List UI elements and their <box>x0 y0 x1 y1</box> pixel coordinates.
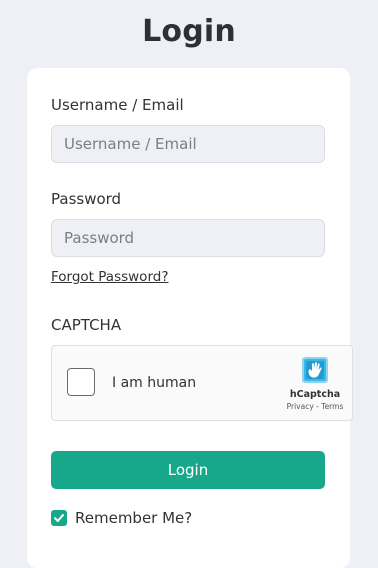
captcha-label: CAPTCHA <box>51 316 122 334</box>
page-title: Login <box>142 14 236 49</box>
password-label: Password <box>51 190 122 208</box>
login-button[interactable]: Login <box>51 451 325 489</box>
username-input[interactable] <box>51 125 325 163</box>
remember-me-checkbox[interactable] <box>51 510 67 526</box>
captcha-checkbox-label: I am human <box>112 375 197 391</box>
hcaptcha-hand-icon <box>302 357 328 383</box>
password-input[interactable] <box>51 219 325 257</box>
hcaptcha-brand: hCaptcha <box>289 389 341 400</box>
captcha-checkbox[interactable] <box>67 368 95 396</box>
check-icon <box>54 514 64 522</box>
remember-me-label: Remember Me? <box>75 509 193 527</box>
remember-me-row[interactable]: Remember Me? <box>51 509 192 527</box>
hcaptcha-links: Privacy - Terms <box>276 402 354 411</box>
hcaptcha-privacy-link[interactable]: Privacy <box>287 402 314 411</box>
forgot-password-link[interactable]: Forgot Password? <box>51 269 169 285</box>
username-label: Username / Email <box>51 96 184 114</box>
captcha-widget: I am human hCaptcha Privacy - Terms <box>51 345 353 421</box>
hcaptcha-terms-link[interactable]: Terms <box>321 402 343 411</box>
